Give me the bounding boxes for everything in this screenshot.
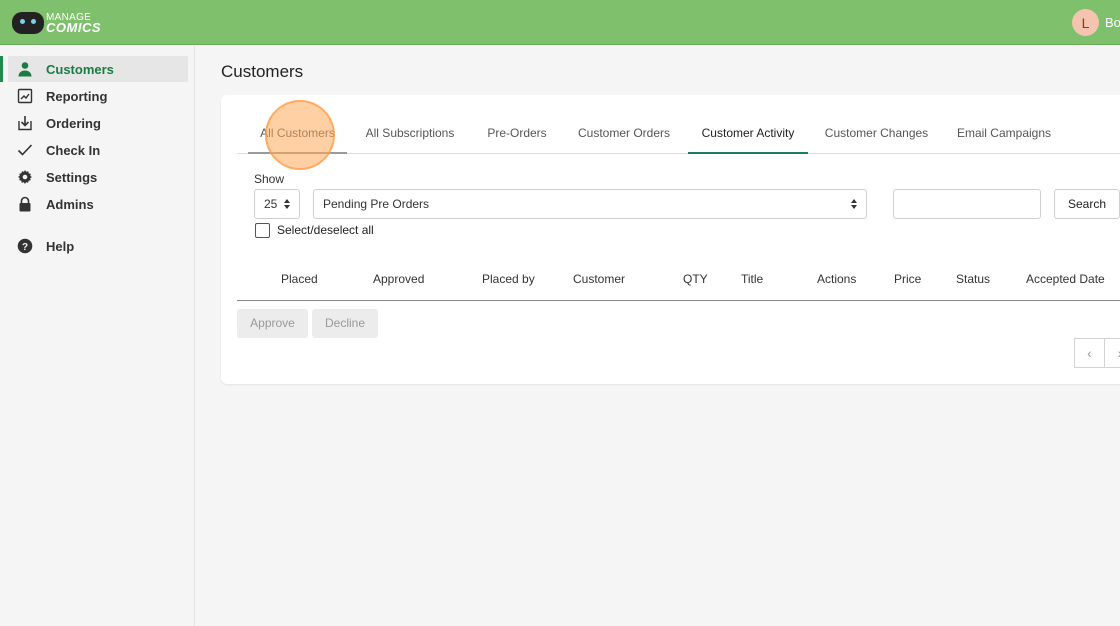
sidebar-item-label: Customers [46,61,114,77]
logo-mascot-icon [12,12,44,34]
chevron-left-icon: ‹ [1087,345,1092,361]
pagination: ‹ › [1074,338,1120,368]
column-header-placed-by[interactable]: Placed by [482,272,535,286]
page-size-select[interactable]: 25 [254,189,300,219]
tab-all-customers[interactable]: All Customers [248,123,347,154]
show-label: Show [254,172,285,186]
column-header-customer[interactable]: Customer [573,272,625,286]
sidebar-item-reporting[interactable]: Reporting [8,83,188,109]
approve-button[interactable]: Approve [237,309,308,338]
column-header-approved[interactable]: Approved [373,272,424,286]
user-icon [16,60,34,78]
column-header-price[interactable]: Price [894,272,921,286]
tab-customer-changes[interactable]: Customer Changes [819,123,934,154]
next-page-button[interactable]: › [1105,338,1120,368]
select-arrows-icon [284,199,290,209]
gear-icon [16,168,34,186]
sidebar-item-label: Reporting [46,88,108,104]
page-size-value: 25 [264,197,278,211]
select-all-checkbox[interactable] [255,223,270,238]
sidebar-item-check-in[interactable]: Check In [8,137,188,163]
customers-card: All Customers All Subscriptions Pre-Orde… [221,95,1120,384]
sidebar-item-label: Settings [46,169,98,185]
select-all-label: Select/deselect all [277,223,374,237]
search-input[interactable] [893,189,1041,219]
help-icon: ? [16,237,34,255]
select-arrows-icon [851,199,857,209]
column-header-title[interactable]: Title [741,272,763,286]
tab-pre-orders[interactable]: Pre-Orders [477,123,557,154]
tab-customer-orders[interactable]: Customer Orders [571,123,677,154]
sidebar-item-label: Ordering [46,115,101,131]
column-header-status[interactable]: Status [956,272,990,286]
sidebar-item-customers[interactable]: Customers [0,56,188,82]
tab-all-subscriptions[interactable]: All Subscriptions [358,123,462,154]
sidebar-item-label: Help [46,238,75,254]
search-button[interactable]: Search [1054,189,1120,219]
user-name[interactable]: Bo [1105,15,1120,30]
previous-page-button[interactable]: ‹ [1074,338,1105,368]
column-header-placed[interactable]: Placed [281,272,318,286]
column-header-qty[interactable]: QTY [683,272,708,286]
sidebar-item-label: Check In [46,142,101,158]
check-icon [16,141,34,159]
app-logo[interactable]: MANAGE COMICS [12,10,101,36]
logo-line-2: COMICS [46,20,101,35]
tab-bar: All Customers All Subscriptions Pre-Orde… [237,123,1120,154]
sidebar-item-label: Admins [46,196,94,212]
filter-value: Pending Pre Orders [323,197,430,211]
sidebar-item-help[interactable]: ? Help [8,233,188,259]
tab-email-campaigns[interactable]: Email Campaigns [948,123,1060,154]
table-header: Placed Approved Placed by Customer QTY T… [237,265,1120,301]
logo-text: MANAGE COMICS [46,13,101,35]
report-icon [16,87,34,105]
top-bar: MANAGE COMICS L Bo [0,0,1120,45]
user-avatar[interactable]: L [1072,9,1099,36]
lock-icon [16,195,34,213]
filter-select[interactable]: Pending Pre Orders [313,189,867,219]
page-title: Customers [221,62,304,81]
sidebar-item-ordering[interactable]: Ordering [8,110,188,136]
column-header-actions[interactable]: Actions [817,272,856,286]
svg-text:?: ? [22,242,28,253]
sidebar-item-admins[interactable]: Admins [8,191,188,217]
sidebar-item-settings[interactable]: Settings [8,164,188,190]
sidebar: Customers Reporting Ordering Check In Se… [0,46,195,626]
download-icon [16,114,34,132]
tab-customer-activity[interactable]: Customer Activity [688,123,808,154]
column-header-accepted-date[interactable]: Accepted Date [1026,272,1105,286]
decline-button[interactable]: Decline [312,309,378,338]
